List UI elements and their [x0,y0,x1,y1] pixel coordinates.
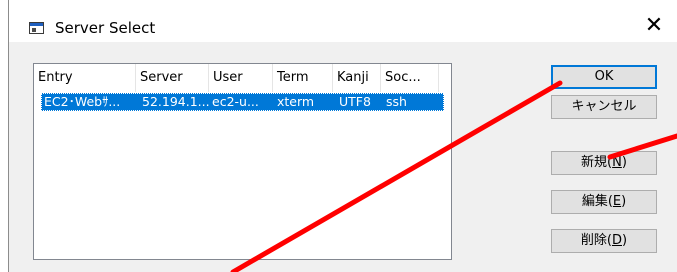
annotation-line-ok [230,80,563,272]
red-annotation-overlay [230,80,677,272]
annotation-line-new [607,133,677,160]
